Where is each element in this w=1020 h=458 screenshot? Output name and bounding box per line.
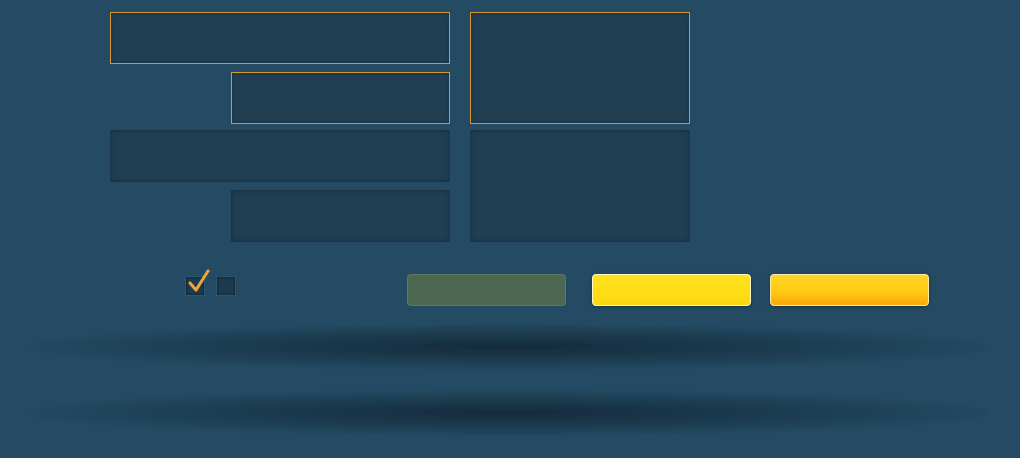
login-panel xyxy=(0,0,1020,458)
secondary-button[interactable] xyxy=(770,274,929,306)
primary-button[interactable] xyxy=(592,274,751,306)
checkmark-icon xyxy=(188,269,210,292)
text-field-1[interactable] xyxy=(110,12,450,64)
disabled-button[interactable] xyxy=(407,274,566,306)
text-field-2[interactable] xyxy=(231,72,450,124)
panel-shadow-upper xyxy=(30,324,990,370)
text-area-1[interactable] xyxy=(470,12,690,124)
text-area-2[interactable] xyxy=(470,130,690,242)
checkbox-checked[interactable] xyxy=(185,269,210,296)
text-field-4[interactable] xyxy=(231,190,450,242)
text-field-3[interactable] xyxy=(110,130,450,182)
panel-shadow-lower xyxy=(30,390,990,436)
checkbox-unchecked[interactable] xyxy=(216,276,236,296)
